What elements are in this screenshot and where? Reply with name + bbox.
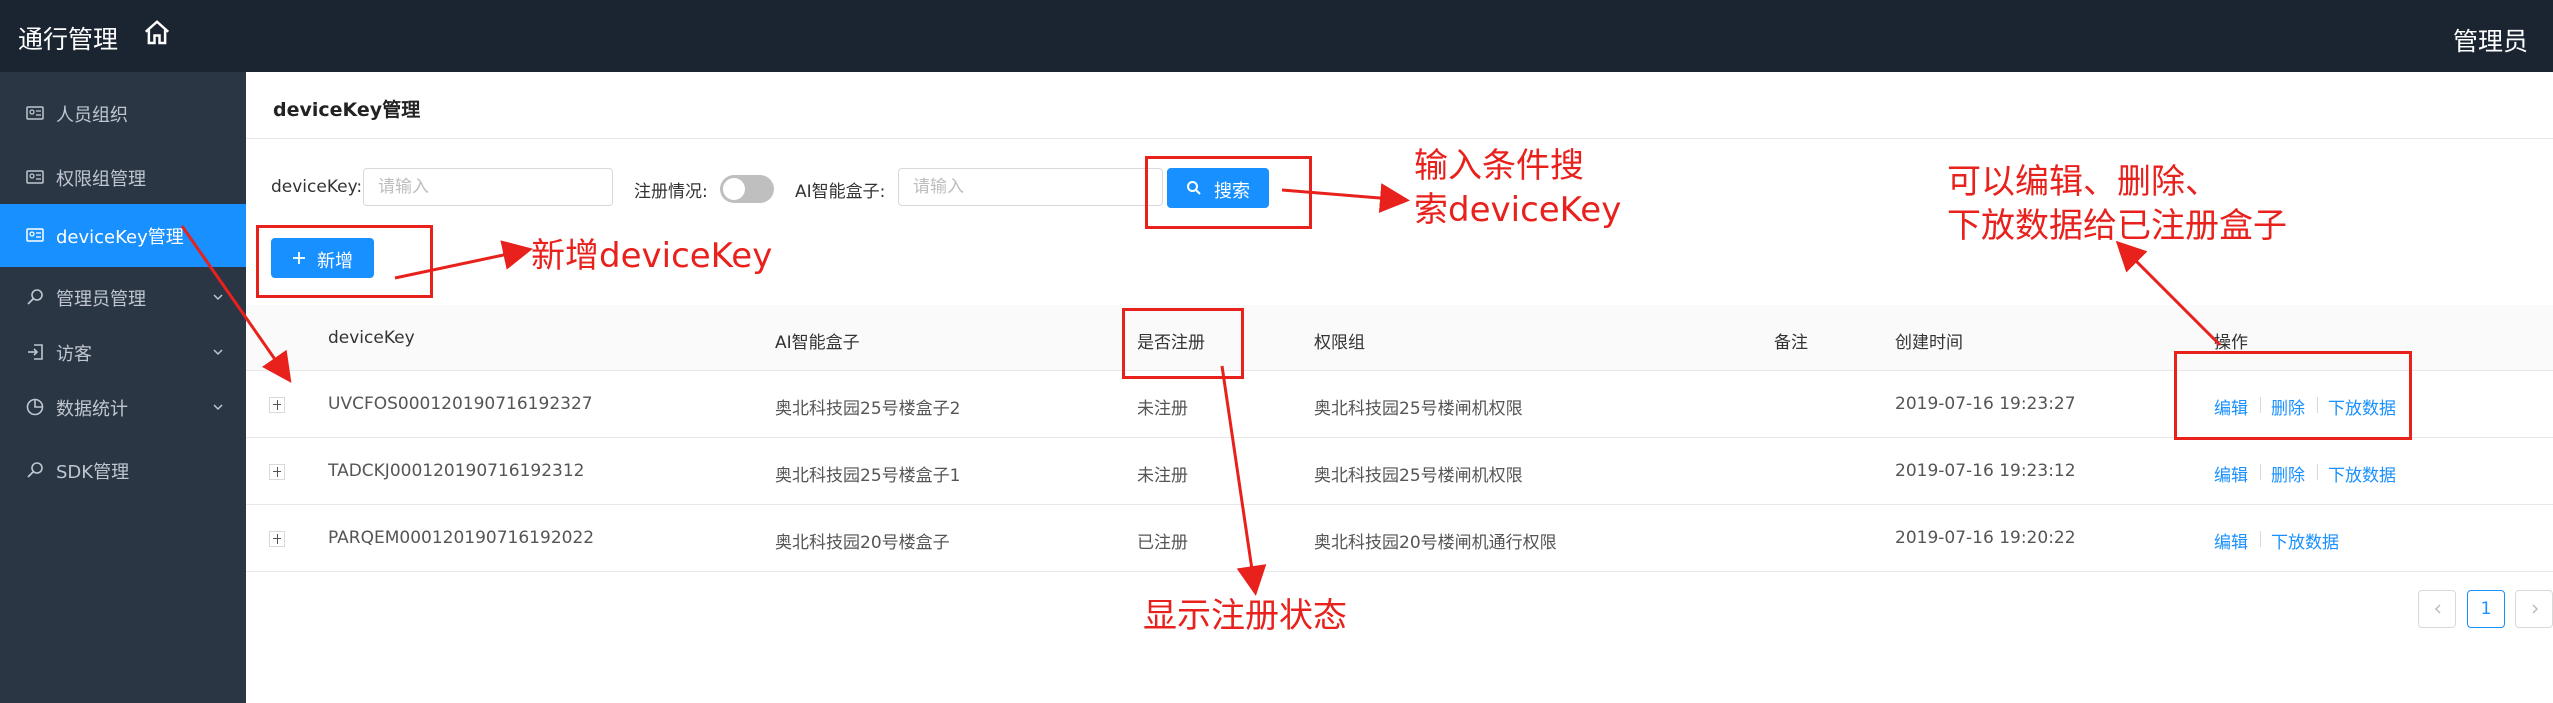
arrow-devicekey-column [180,225,292,383]
annotation-line: 下放数据给已注册盒子 [1947,206,2287,246]
annotation-actions-text: 可以编辑、删除、 下放数据给已注册盒子 [1947,160,2287,248]
annotation-line: 索deviceKey [1414,190,1622,230]
annotation-line: 可以编辑、删除、 [1947,162,2219,202]
annotation-add-text: 新增deviceKey [531,236,773,276]
arrow-actions [2115,240,2222,347]
annotation-line: 输入条件搜 [1414,146,1584,186]
annotation-status-text: 显示注册状态 [1143,596,1347,636]
annotation-search-text: 输入条件搜 索deviceKey [1414,144,1621,232]
arrow-status [1220,365,1267,596]
arrow-add [394,240,533,280]
arrow-search [1281,183,1410,213]
